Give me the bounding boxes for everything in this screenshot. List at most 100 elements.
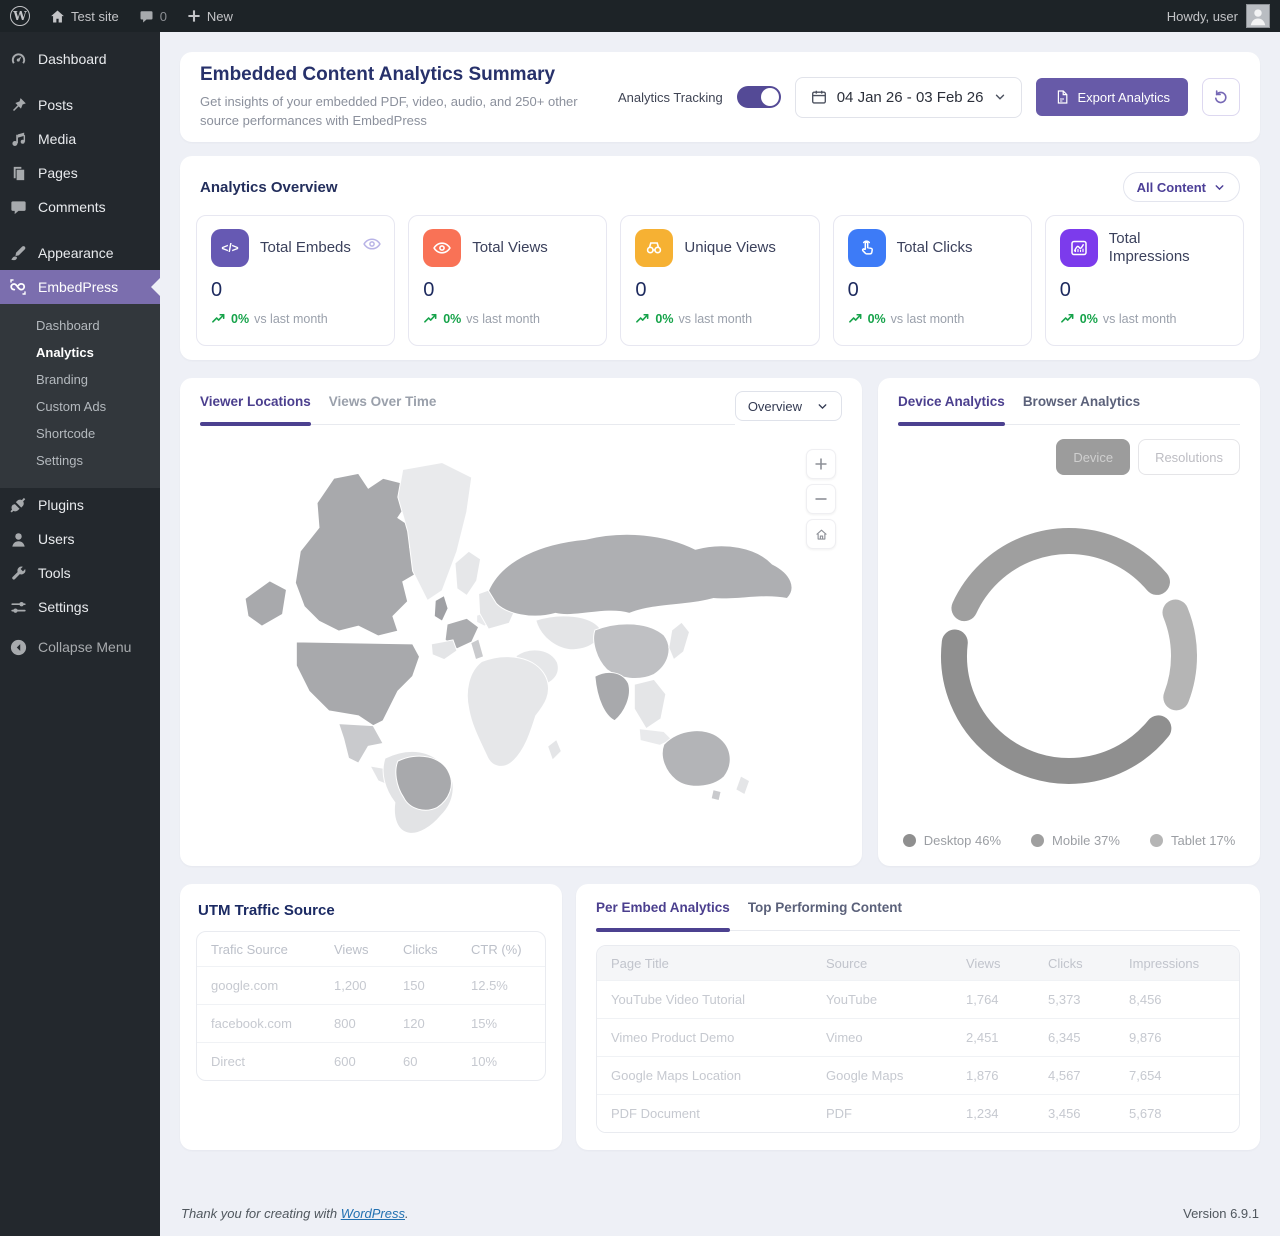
sidebar-item-appearance[interactable]: Appearance (0, 236, 160, 270)
device-filter-button[interactable]: Device (1056, 439, 1130, 475)
tab-browser-analytics[interactable]: Browser Analytics (1023, 394, 1140, 424)
trend-up-icon (848, 311, 863, 326)
stat-label: Total Impressions (1109, 230, 1205, 266)
cell: 1,764 (952, 992, 1034, 1007)
page-subtitle: Get insights of your embedded PDF, video… (200, 93, 610, 129)
plus-icon (187, 9, 201, 23)
tab-views-over-time[interactable]: Views Over Time (329, 394, 437, 424)
tab-viewer-locations[interactable]: Viewer Locations (200, 394, 311, 424)
wp-logo-menu[interactable]: W (0, 0, 40, 32)
submenu-item-custom-ads[interactable]: Custom Ads (0, 393, 160, 420)
export-label: Export Analytics (1078, 90, 1171, 105)
column-header: CTR (%) (457, 942, 545, 957)
trend-value: 0% (231, 312, 249, 326)
stat-label: Unique Views (684, 239, 775, 257)
wp-admin-bar: W Test site 0 New Howdy, user (0, 0, 1280, 32)
menu-separator (0, 76, 160, 88)
collapse-menu-button[interactable]: Collapse Menu (0, 630, 160, 664)
sidebar-item-plugins[interactable]: Plugins (0, 488, 160, 522)
media-icon (8, 129, 28, 149)
home-icon (814, 527, 829, 542)
date-range-value: 04 Jan 26 - 03 Feb 26 (837, 89, 984, 106)
summary-header-panel: Embedded Content Analytics Summary Get i… (180, 52, 1260, 142)
page-title: Embedded Content Analytics Summary (200, 64, 610, 86)
sidebar-item-embedpress[interactable]: EmbedPress (0, 270, 160, 304)
utm-title: UTM Traffic Source (198, 902, 546, 919)
cell: Vimeo (812, 1030, 952, 1045)
new-menu[interactable]: New (177, 0, 243, 32)
tab-per-embed-analytics[interactable]: Per Embed Analytics (596, 900, 730, 930)
cell: 6,345 (1034, 1030, 1115, 1045)
cell: 12.5% (457, 978, 545, 993)
stat-card-total-views: Total Views 0 0% vs last month (408, 215, 607, 346)
howdy-label[interactable]: Howdy, user (1167, 9, 1238, 24)
calendar-icon (810, 88, 828, 106)
chevron-down-icon (816, 400, 829, 413)
stat-card-total-clicks: Total Clicks 0 0% vs last month (833, 215, 1032, 346)
person-icon (1247, 5, 1269, 27)
sidebar-item-dashboard[interactable]: Dashboard (0, 42, 160, 76)
wordpress-logo-icon: W (10, 6, 30, 26)
map-home-button[interactable] (806, 519, 836, 549)
avatar[interactable] (1246, 4, 1270, 28)
tab-device-analytics[interactable]: Device Analytics (898, 394, 1005, 424)
table-row: Vimeo Product Demo Vimeo 2,451 6,345 9,8… (597, 1018, 1239, 1056)
overview-dropdown[interactable]: Overview (735, 391, 842, 421)
analytics-tracking-toggle[interactable] (737, 86, 781, 108)
date-range-picker[interactable]: 04 Jan 26 - 03 Feb 26 (795, 77, 1022, 118)
sidebar-item-tools[interactable]: Tools (0, 556, 160, 590)
sidebar-item-posts[interactable]: Posts (0, 88, 160, 122)
per-embed-table: Page Title Source Views Clicks Impressio… (596, 945, 1240, 1133)
trend-value: 0% (868, 312, 886, 326)
sidebar-item-label: Appearance (38, 245, 114, 261)
legend-label: Desktop 46% (924, 833, 1001, 848)
refresh-button[interactable] (1202, 78, 1240, 116)
dashboard-icon (8, 49, 28, 69)
trend-suffix: vs last month (891, 312, 965, 326)
submenu-item-dashboard[interactable]: Dashboard (0, 312, 160, 339)
home-icon (50, 9, 65, 24)
site-name-label: Test site (71, 9, 119, 24)
trend-value: 0% (655, 312, 673, 326)
sidebar-item-media[interactable]: Media (0, 122, 160, 156)
legend-dot (903, 834, 916, 847)
legend-dot (1031, 834, 1044, 847)
sliders-icon (8, 597, 28, 617)
cell: 15% (457, 1016, 545, 1031)
sidebar-item-users[interactable]: Users (0, 522, 160, 556)
submenu-item-settings[interactable]: Settings (0, 447, 160, 474)
stat-value: 0 (423, 279, 592, 302)
collapse-arrow-icon (8, 637, 28, 657)
pdf-file-icon (1054, 89, 1070, 105)
cell: 1,876 (952, 1068, 1034, 1083)
device-donut-chart (898, 475, 1240, 833)
sidebar-item-comments[interactable]: Comments (0, 190, 160, 224)
submenu-item-shortcode[interactable]: Shortcode (0, 420, 160, 447)
wordpress-link[interactable]: WordPress (341, 1206, 405, 1221)
tab-top-performing-content[interactable]: Top Performing Content (748, 900, 902, 930)
all-content-dropdown[interactable]: All Content (1123, 172, 1240, 202)
resolutions-filter-button[interactable]: Resolutions (1138, 439, 1240, 475)
submenu-item-analytics[interactable]: Analytics (0, 339, 160, 366)
table-row: Direct 600 60 10% (197, 1042, 545, 1080)
export-analytics-button[interactable]: Export Analytics (1036, 78, 1189, 116)
stat-label: Total Embeds (260, 239, 351, 257)
sidebar-item-pages[interactable]: Pages (0, 156, 160, 190)
cell: 150 (389, 978, 457, 993)
admin-footer: Thank you for creating with WordPress. V… (180, 1206, 1260, 1221)
menu-separator (0, 224, 160, 236)
map-zoom-out-button[interactable] (806, 484, 836, 514)
cell: 8,456 (1115, 992, 1233, 1007)
comments-menu[interactable]: 0 (129, 0, 177, 32)
donut-chart-svg (898, 498, 1240, 810)
world-map-area[interactable] (200, 433, 842, 845)
site-name-menu[interactable]: Test site (40, 0, 129, 32)
cell: YouTube (812, 992, 952, 1007)
submenu-item-branding[interactable]: Branding (0, 366, 160, 393)
sidebar-item-label: Tools (38, 565, 71, 581)
sidebar-item-settings[interactable]: Settings (0, 590, 160, 624)
map-zoom-in-button[interactable] (806, 449, 836, 479)
sidebar-item-label: Settings (38, 599, 89, 615)
table-header-row: Page Title Source Views Clicks Impressio… (597, 946, 1239, 980)
sidebar-item-label: Dashboard (38, 51, 107, 67)
